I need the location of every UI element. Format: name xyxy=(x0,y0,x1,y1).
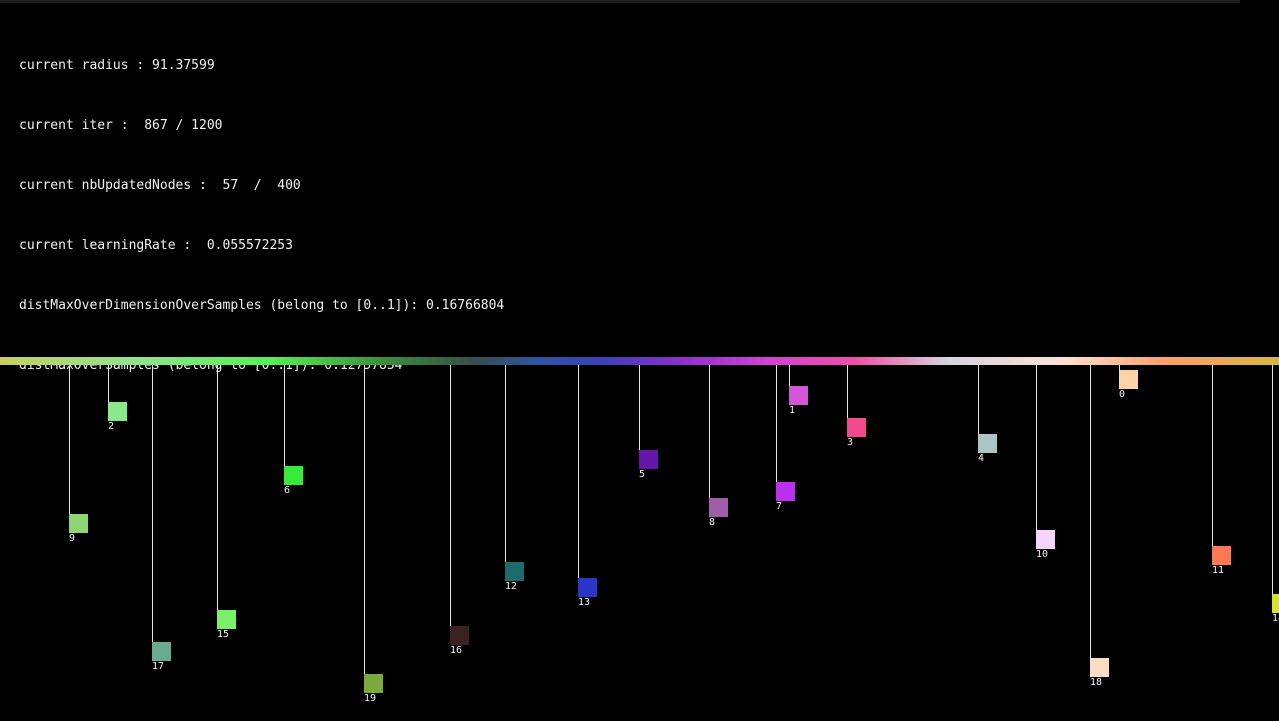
node-index-label: 7 xyxy=(776,501,783,512)
node-color-square xyxy=(1272,594,1279,613)
dist-max-over-dimension-text: distMaxOverDimensionOverSamples (belong … xyxy=(19,298,505,313)
som-visualization-canvas: current radius : 91.37599 current iter :… xyxy=(0,0,1279,721)
node-color-square xyxy=(1036,530,1055,549)
node-color-square xyxy=(108,402,127,421)
node-index-label: 3 xyxy=(847,437,854,448)
node-stem-line xyxy=(505,365,506,572)
node-stem-line xyxy=(152,365,153,652)
node-stem-line xyxy=(1090,365,1091,668)
node-index-label: 5 xyxy=(639,469,646,480)
window-title-strip xyxy=(0,0,1240,3)
node-color-square xyxy=(578,578,597,597)
node-stem-line xyxy=(364,365,365,684)
node-stem-line xyxy=(1272,365,1273,604)
node-color-square xyxy=(978,434,997,453)
training-stats-panel: current radius : 91.37599 current iter :… xyxy=(19,16,504,416)
node-index-label: 15 xyxy=(217,629,230,640)
node-index-label: 1 xyxy=(789,405,796,416)
node-stem-line xyxy=(1036,365,1037,540)
node-stem-line xyxy=(217,365,218,620)
node-index-label: 2 xyxy=(108,421,115,432)
node-index-label: 11 xyxy=(1212,565,1225,576)
node-color-square xyxy=(69,514,88,533)
current-iter-text: current iter : 867 / 1200 xyxy=(19,118,223,133)
node-index-label: 4 xyxy=(978,453,985,464)
node-index-label: 14 xyxy=(1272,613,1279,624)
node-stem-line xyxy=(69,365,70,524)
node-index-label: 8 xyxy=(709,517,716,528)
node-color-square xyxy=(284,466,303,485)
node-stem-line xyxy=(450,365,451,636)
node-index-label: 9 xyxy=(69,533,76,544)
node-index-label: 17 xyxy=(152,661,165,672)
node-color-square xyxy=(847,418,866,437)
node-stem-line xyxy=(578,365,579,588)
node-color-square xyxy=(776,482,795,501)
learning-rate-text: current learningRate : 0.055572253 xyxy=(19,238,293,253)
node-index-label: 12 xyxy=(505,581,518,592)
updated-nodes-text: current nbUpdatedNodes : 57 / 400 xyxy=(19,178,301,193)
node-color-square xyxy=(1212,546,1231,565)
node-stem-line xyxy=(639,365,640,460)
node-color-square xyxy=(152,642,171,661)
node-color-square xyxy=(364,674,383,693)
node-stem-line xyxy=(978,365,979,444)
node-stem-line xyxy=(1212,365,1213,556)
node-index-label: 10 xyxy=(1036,549,1049,560)
node-color-square xyxy=(709,498,728,517)
color-gradient-bar xyxy=(0,357,1279,365)
node-stem-line xyxy=(284,365,285,476)
node-color-square xyxy=(789,386,808,405)
node-index-label: 6 xyxy=(284,485,291,496)
node-color-square xyxy=(1090,658,1109,677)
current-radius-text: current radius : 91.37599 xyxy=(19,58,215,73)
node-color-square xyxy=(1119,370,1138,389)
node-color-square xyxy=(505,562,524,581)
node-color-square xyxy=(217,610,236,629)
node-color-square xyxy=(639,450,658,469)
window-edge xyxy=(1240,0,1279,3)
node-index-label: 19 xyxy=(364,693,377,704)
node-index-label: 18 xyxy=(1090,677,1103,688)
node-color-square xyxy=(450,626,469,645)
node-stem-line xyxy=(776,365,777,492)
node-index-label: 13 xyxy=(578,597,591,608)
node-stem-line xyxy=(709,365,710,508)
node-index-label: 0 xyxy=(1119,389,1126,400)
node-index-label: 16 xyxy=(450,645,463,656)
